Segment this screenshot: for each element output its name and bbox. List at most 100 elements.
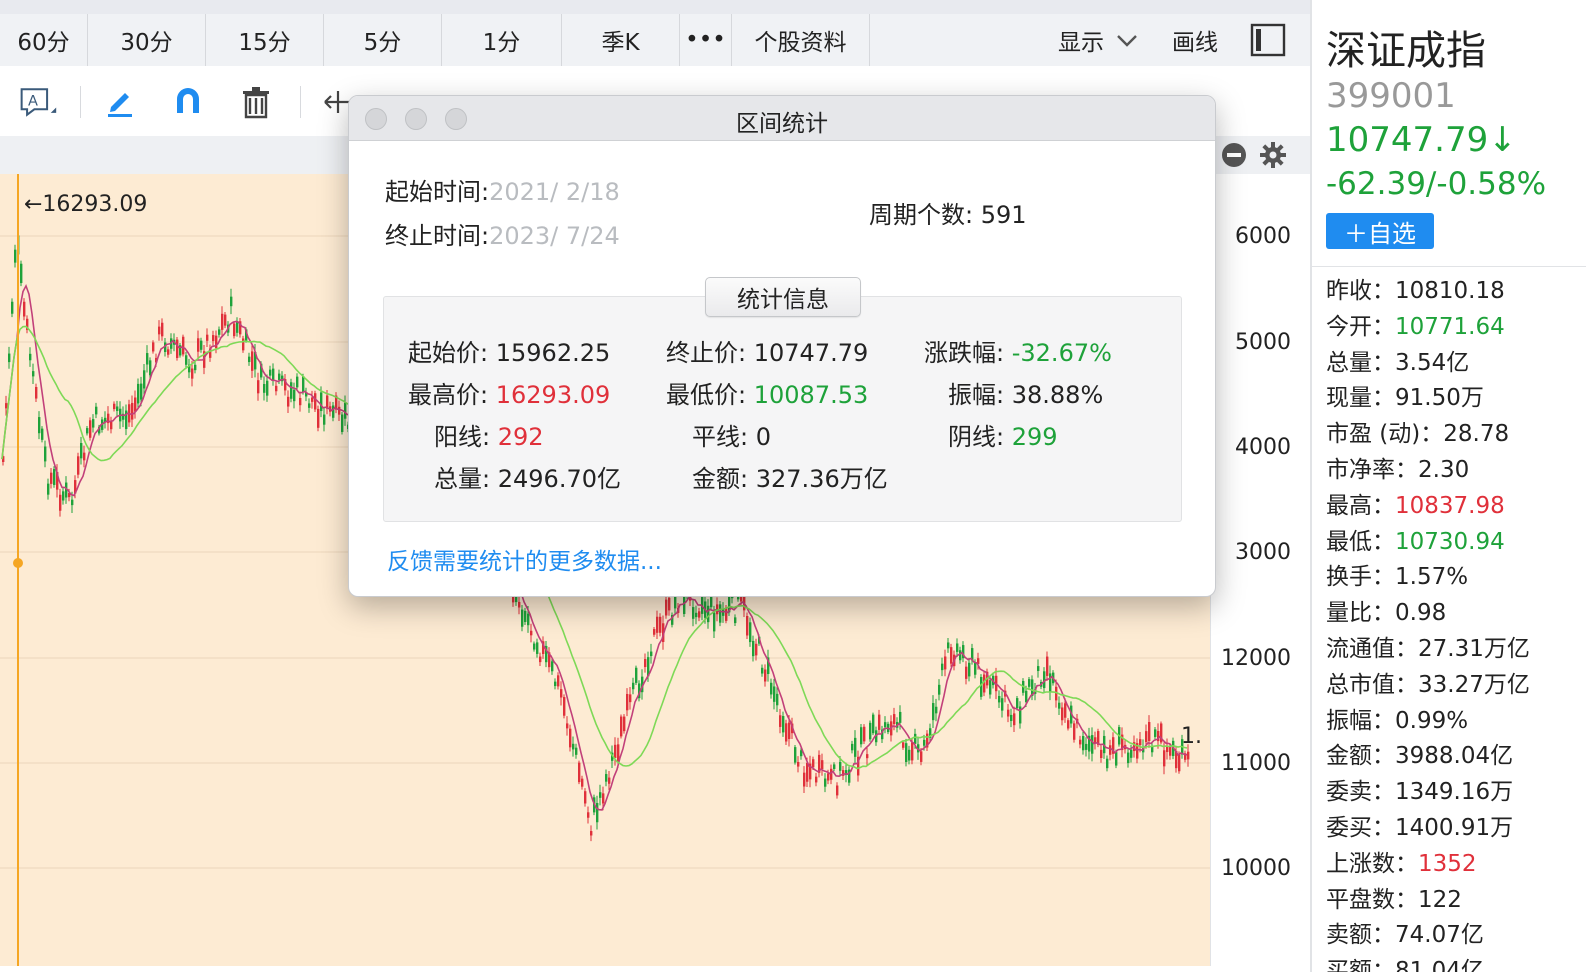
total-amount-label: 金额:	[692, 465, 749, 493]
candle-body	[599, 792, 602, 798]
candle-body	[212, 335, 215, 342]
display-menu[interactable]: 显示	[1058, 14, 1140, 66]
candle-body	[836, 785, 839, 796]
candle-body	[167, 349, 170, 355]
quote-stat-row: 昨收：10810.18	[1326, 274, 1530, 310]
candle-body	[89, 420, 92, 438]
candle-body	[914, 733, 917, 744]
candle-body	[782, 716, 785, 733]
add-watchlist-button[interactable]: ＋自选	[1326, 213, 1434, 249]
candle-body	[584, 791, 587, 804]
end-time-row: 终止时间:2023/ 7/24	[385, 216, 620, 251]
gear-icon[interactable]	[1259, 141, 1287, 169]
quote-stat-row: 最低：10730.94	[1326, 525, 1530, 561]
magnet-tool[interactable]	[168, 82, 208, 122]
start-time-row: 起始时间:2021/ 2/18	[385, 172, 620, 207]
start-price-label: 起始价:	[408, 339, 489, 367]
period-tab[interactable]: 60分	[0, 14, 88, 66]
candle-body	[95, 406, 98, 415]
candle-body	[839, 762, 842, 771]
range-marker-handle[interactable]	[13, 558, 23, 568]
quote-stat-row: 总量：3.54亿	[1326, 346, 1530, 382]
quote-stat-label: 流通值：	[1326, 635, 1418, 662]
quote-stat-value: 81.04亿	[1395, 958, 1484, 972]
candle-body	[557, 675, 560, 687]
candle-body	[320, 392, 323, 412]
price-axis: 6000 5000 4000 3000 12000 11000 10000 1.	[1181, 174, 1311, 966]
period-tab[interactable]: 季K	[562, 14, 680, 66]
period-count-value: 591	[980, 201, 1027, 229]
quote-stat-label: 换手：	[1326, 564, 1395, 591]
candle-body	[1061, 707, 1064, 721]
panel-toggle-button[interactable]	[1250, 14, 1286, 66]
quote-stat-row: 市净率：2.30	[1326, 453, 1530, 489]
period-tab[interactable]: 个股资料	[732, 14, 870, 66]
candle-body	[35, 387, 38, 399]
statistics-info-button[interactable]: 统计信息	[705, 277, 861, 317]
quote-stat-row: 卖额：74.07亿	[1326, 918, 1530, 954]
range-statistics-dialog: 区间统计 起始时间:2021/ 2/18 终止时间:2023/ 7/24 周期个…	[348, 95, 1216, 597]
candle-body	[248, 356, 251, 363]
candle-body	[185, 355, 188, 365]
candle-body	[923, 739, 926, 746]
period-tab[interactable]: 1分	[442, 14, 562, 66]
index-name: 深证成指	[1326, 28, 1486, 74]
period-tab[interactable]: •••	[680, 14, 732, 66]
yang-line-value: 292	[497, 423, 544, 451]
candle-body	[314, 393, 317, 410]
quote-stat-row: 今开：10771.64	[1326, 310, 1530, 346]
amplitude-label: 振幅:	[948, 381, 1005, 409]
quote-stat-value: 0.98	[1395, 600, 1447, 627]
candle-body	[182, 336, 185, 355]
candle-body	[206, 334, 209, 341]
quote-stat-value: 33.27万亿	[1418, 671, 1530, 698]
start-time-field[interactable]: 2021/ 2/18	[489, 178, 620, 206]
candle-body	[644, 659, 647, 668]
candle-body	[221, 313, 224, 330]
candle-body	[137, 383, 140, 404]
quote-stat-value: 2.30	[1418, 456, 1470, 483]
minus-circle-icon[interactable]	[1221, 142, 1247, 168]
candle-body	[1145, 731, 1148, 743]
candle-body	[29, 353, 32, 361]
quote-stat-value: 74.07亿	[1395, 922, 1484, 949]
magnet-icon	[177, 88, 199, 113]
candle-body	[530, 630, 533, 636]
candle-body	[131, 402, 134, 420]
candle-body	[785, 723, 788, 742]
candle-body	[794, 747, 797, 763]
quote-stat-label: 现量：	[1326, 385, 1395, 412]
candle-body	[1187, 751, 1190, 760]
text-annotation-tool[interactable]: A	[18, 82, 58, 122]
candle-body	[938, 684, 941, 695]
axis-tick-label: 11000	[1221, 751, 1291, 776]
end-price-label: 终止价:	[666, 339, 747, 367]
period-tab[interactable]: 15分	[206, 14, 324, 66]
quote-stat-value: 27.31万亿	[1418, 635, 1530, 662]
candle-body	[338, 406, 341, 415]
candle-body	[38, 417, 41, 434]
feedback-link[interactable]: 反馈需要统计的更多数据...	[387, 542, 662, 576]
candle-body	[191, 368, 194, 379]
end-time-field[interactable]: 2023/ 7/24	[489, 222, 620, 250]
period-tab[interactable]: 30分	[88, 14, 206, 66]
candle-body	[5, 403, 8, 409]
candle-body	[911, 742, 914, 761]
candle-body	[974, 662, 977, 675]
low-price-label: 最低价:	[666, 381, 747, 409]
total-amount-value: 327.36万亿	[755, 465, 888, 493]
draw-line-button[interactable]: 画线	[1172, 14, 1218, 66]
candle-body	[944, 656, 947, 670]
candle-body	[764, 669, 767, 682]
pen-tool[interactable]	[100, 82, 140, 122]
quote-stat-row: 总市值：33.27万亿	[1326, 668, 1530, 704]
candle-body	[608, 777, 611, 784]
change-pct-label: 涨跌幅:	[924, 339, 1005, 367]
candle-body	[1067, 720, 1070, 729]
quote-stat-value: 1400.91万	[1395, 814, 1514, 841]
period-tab[interactable]: 5分	[324, 14, 442, 66]
delete-tool[interactable]	[236, 82, 276, 122]
candle-body	[242, 338, 245, 351]
quote-stat-value: 1349.16万	[1395, 779, 1514, 806]
quote-stat-row: 平盘数：122	[1326, 883, 1530, 919]
